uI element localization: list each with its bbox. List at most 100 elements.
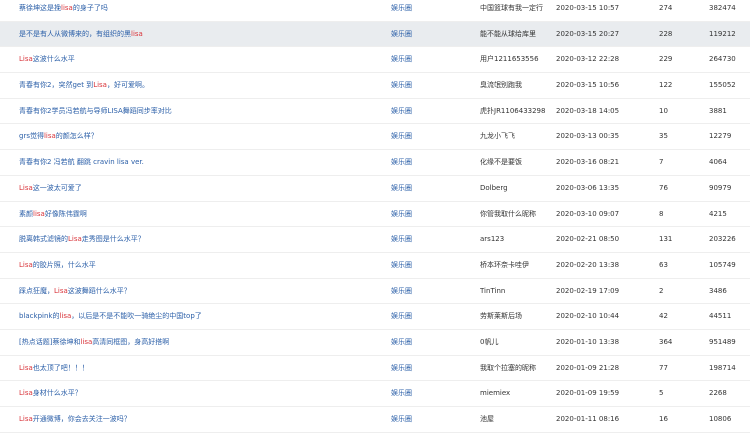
reply-count: 35 bbox=[659, 132, 668, 141]
thread-title-link[interactable]: Lisa这一波太可爱了 bbox=[19, 176, 379, 202]
board-link[interactable]: 娱乐圈 bbox=[391, 356, 451, 382]
title-text: 走秀图是什么水平？ bbox=[81, 235, 145, 244]
view-count: 203226 bbox=[709, 235, 736, 244]
title-text: 的胶片照，什么水平 bbox=[32, 260, 96, 269]
title-highlight-text: lisa bbox=[43, 132, 56, 141]
thread-title-link[interactable]: 是不是有人从微博来的，有组织的黑lisa bbox=[19, 22, 379, 48]
board-link[interactable]: 娱乐圈 bbox=[391, 279, 451, 305]
thread-row: Lisa开通微博，你会去关注一波吗？ 娱乐圈 池屋 2020-01-11 08:16 1… bbox=[0, 407, 750, 433]
title-text: 的身子了吗 bbox=[72, 4, 108, 12]
title-text: 身材什么水平？ bbox=[32, 389, 82, 398]
author-name[interactable]: 虎扑JR1106433298 bbox=[480, 99, 554, 125]
author-name[interactable]: 能不能从球给库里 bbox=[480, 22, 554, 48]
board-link[interactable]: 娱乐圈 bbox=[391, 330, 451, 356]
board-link[interactable]: 娱乐圈 bbox=[391, 407, 451, 433]
thread-title-link[interactable]: Lisa这波什么水平 bbox=[19, 47, 379, 73]
post-date: 2020-03-12 22:28 bbox=[556, 55, 620, 64]
author-name[interactable]: miemiex bbox=[480, 381, 554, 407]
reply-count: 131 bbox=[659, 235, 673, 244]
post-date: 2020-02-21 08:50 bbox=[556, 235, 620, 244]
reply-count: 7 bbox=[659, 158, 664, 167]
view-count: 3881 bbox=[709, 106, 727, 115]
board-link[interactable]: 娱乐圈 bbox=[391, 99, 451, 125]
author-name[interactable]: TinTinn bbox=[480, 279, 554, 305]
board-link[interactable]: 娱乐圈 bbox=[391, 0, 451, 22]
author-name[interactable]: 臭流氓别跑我 bbox=[480, 73, 554, 99]
title-text: 开通微博，你会去关注一波吗？ bbox=[32, 415, 131, 423]
title-text: 青春有你2学员冯若航与导师LISA舞蹈同步率对比 bbox=[19, 106, 172, 115]
title-highlight-text: Lisa bbox=[19, 415, 33, 423]
board-link[interactable]: 娱乐圈 bbox=[391, 124, 451, 150]
thread-title-link[interactable]: 青春有你2学员冯若航与导师LISA舞蹈同步率对比 bbox=[19, 99, 379, 125]
post-date: 2020-03-15 10:57 bbox=[556, 4, 620, 12]
thread-title-link[interactable]: [热点话题]蔡徐坤和lisa高清同框图，身高好搭啊 bbox=[19, 330, 379, 356]
thread-title-link[interactable]: blackpink的lisa，以后是不是不能吹一骑绝尘的中国top了 bbox=[19, 304, 379, 330]
reply-count: 16 bbox=[659, 415, 668, 423]
thread-row: 青春有你2 冯若航 翻跳 cravin lisa ver. 娱乐圈 化缘不是要饭 20… bbox=[0, 150, 750, 176]
board-link[interactable]: 娱乐圈 bbox=[391, 73, 451, 99]
thread-title-link[interactable]: 踩点狂魔，Lisa这波舞蹈什么水平？ bbox=[19, 279, 379, 305]
thread-row: 是不是有人从微博来的，有组织的黑lisa 娱乐圈 能不能从球给库里 2020-03-1… bbox=[0, 21, 750, 48]
author-name[interactable]: 你管我取什么昵称 bbox=[480, 202, 554, 228]
title-text: [热点话题]蔡徐坤和 bbox=[19, 337, 81, 346]
thread-row: 青春有你2，突然get 到Lisa，好可爱啊。 娱乐圈 臭流氓别跑我 2020-03-… bbox=[0, 73, 750, 99]
thread-row: blackpink的lisa，以后是不是不能吹一骑绝尘的中国top了 娱乐圈 劳斯莱… bbox=[0, 304, 750, 330]
thread-title-link[interactable]: 素颜lisa好像陈伟霆啊 bbox=[19, 202, 379, 228]
title-highlight-text: lisa bbox=[59, 312, 72, 321]
post-date: 2020-03-13 00:35 bbox=[556, 132, 620, 141]
thread-row: Lisa这波什么水平 娱乐圈 用户1211653556 2020-03-12 22:2… bbox=[0, 47, 750, 74]
author-name[interactable]: 0帆儿 bbox=[480, 330, 554, 356]
title-highlight-text: lisa bbox=[80, 337, 93, 346]
author-name[interactable]: ars123 bbox=[480, 227, 554, 253]
title-text: blackpink的 bbox=[19, 312, 60, 321]
author-name[interactable]: Dolberg bbox=[480, 176, 554, 202]
board-link[interactable]: 娱乐圈 bbox=[391, 22, 451, 48]
board-link[interactable]: 娱乐圈 bbox=[391, 150, 451, 176]
title-text: 好像陈伟霆啊 bbox=[44, 209, 87, 218]
board-link[interactable]: 娱乐圈 bbox=[391, 304, 451, 330]
thread-title-link[interactable]: Lisa的胶片照，什么水平 bbox=[19, 253, 379, 279]
board-link[interactable]: 娱乐圈 bbox=[391, 202, 451, 228]
author-name[interactable]: 劳斯莱斯后场 bbox=[480, 304, 554, 330]
board-link[interactable]: 娱乐圈 bbox=[391, 381, 451, 407]
view-count: 198714 bbox=[709, 363, 736, 372]
reply-count: 364 bbox=[659, 337, 673, 346]
author-name[interactable]: 化缘不是要饭 bbox=[480, 150, 554, 176]
thread-title-link[interactable]: grs觉得lisa的颜怎么样？ bbox=[19, 124, 379, 150]
view-count: 12279 bbox=[709, 132, 732, 141]
thread-title-link[interactable]: Lisa身材什么水平？ bbox=[19, 381, 379, 407]
author-name[interactable]: 九龙小飞飞 bbox=[480, 124, 554, 150]
view-count: 90979 bbox=[709, 183, 732, 192]
thread-title-link[interactable]: 脱离韩式滤镜的Lisa走秀图是什么水平？ bbox=[19, 227, 379, 253]
board-link[interactable]: 娱乐圈 bbox=[391, 227, 451, 253]
title-text: 也太顶了吧！！！ bbox=[32, 363, 89, 372]
title-text: grs觉得 bbox=[19, 132, 44, 141]
author-name[interactable]: 桥本环奈卡哇伊 bbox=[480, 253, 554, 279]
thread-title-link[interactable]: 蔡徐坤这是挽lisa的身子了吗 bbox=[19, 0, 379, 22]
reply-count: 77 bbox=[659, 363, 668, 372]
title-highlight-text: Lisa bbox=[19, 183, 33, 192]
reply-count: 42 bbox=[659, 312, 668, 321]
title-text: 是不是有人从微博来的，有组织的黑 bbox=[19, 29, 131, 38]
author-name[interactable]: 用户1211653556 bbox=[480, 47, 554, 73]
author-name[interactable]: 池屋 bbox=[480, 407, 554, 433]
thread-title-link[interactable]: Lisa也太顶了吧！！！ bbox=[19, 356, 379, 382]
thread-row: grs觉得lisa的颜怎么样？ 娱乐圈 九龙小飞飞 2020-03-13 00:35 3… bbox=[0, 124, 750, 151]
reply-count: 63 bbox=[659, 260, 668, 269]
thread-title-link[interactable]: 青春有你2 冯若航 翻跳 cravin lisa ver. bbox=[19, 150, 379, 176]
title-text: 脱离韩式滤镜的 bbox=[19, 235, 68, 244]
title-highlight-text: Lisa bbox=[19, 260, 33, 269]
title-text: 这一波太可爱了 bbox=[32, 183, 82, 192]
thread-row: [热点话题]蔡徐坤和lisa高清同框图，身高好搭啊 娱乐圈 0帆儿 2020-01-1… bbox=[0, 330, 750, 356]
thread-title-link[interactable]: Lisa开通微博，你会去关注一波吗？ bbox=[19, 407, 379, 433]
title-highlight-text: Lisa bbox=[93, 81, 107, 90]
board-link[interactable]: 娱乐圈 bbox=[391, 253, 451, 279]
author-name[interactable]: 中国篮球有我一定行 bbox=[480, 0, 554, 22]
reply-count: 2 bbox=[659, 286, 664, 295]
thread-row: Lisa身材什么水平？ 娱乐圈 miemiex 2020-01-09 19:59 5 22… bbox=[0, 381, 750, 407]
board-link[interactable]: 娱乐圈 bbox=[391, 176, 451, 202]
author-name[interactable]: 我取个拉塞的昵称 bbox=[480, 356, 554, 382]
board-link[interactable]: 娱乐圈 bbox=[391, 47, 451, 73]
thread-title-link[interactable]: 青春有你2，突然get 到Lisa，好可爱啊。 bbox=[19, 73, 379, 99]
title-highlight-text: lisa bbox=[33, 209, 45, 218]
